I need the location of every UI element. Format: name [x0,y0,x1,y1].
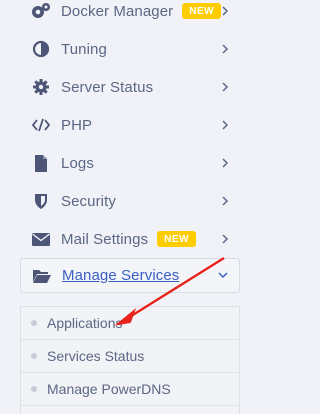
submenu-item-label: Services Status [47,348,145,364]
envelope-icon [30,228,52,250]
sidebar-item-security[interactable]: Security [20,184,240,218]
chevron-right-icon [222,6,229,16]
new-badge: NEW [182,3,222,19]
chevron-right-icon [222,234,229,244]
bullet-icon [31,320,37,326]
sidebar-item-manage-services[interactable]: Manage Services [20,258,240,293]
submenu-item-label: Manage PowerDNS [47,381,171,397]
sidebar-item-label: Server Status [61,78,154,96]
folder-open-icon [31,265,53,287]
submenu-item-applications[interactable]: Applications [21,307,239,340]
chevron-right-icon [222,196,229,206]
manage-services-submenu: Applications Services Status Manage Powe… [20,306,240,414]
sidebar-item-tuning[interactable]: Tuning [20,32,240,66]
sidebar-item-docker-manager[interactable]: Docker Manager NEW [20,0,240,28]
chevron-down-icon[interactable] [217,270,229,280]
sidebar-item-php[interactable]: PHP [20,108,240,142]
chevron-right-icon [222,120,229,130]
sidebar-item-mail-settings[interactable]: Mail Settings NEW [20,222,240,256]
sidebar-item-label: Mail Settings [61,230,149,248]
code-icon [30,114,52,136]
new-badge: NEW [157,231,197,247]
bullet-icon [31,353,37,359]
sidebar-item-label: Manage Services [62,267,180,284]
sidebar-item-label: Logs [61,154,94,172]
sidebar-item-label: PHP [61,116,93,134]
sidebar-item-label: Docker Manager [61,2,174,20]
submenu-item-label: Applications [47,315,123,331]
gear-icon [30,76,52,98]
chevron-right-icon [222,158,229,168]
submenu-item-manage-powerdns[interactable]: Manage PowerDNS [21,373,239,406]
docker-gear-icon [30,0,52,22]
chevron-right-icon [222,44,229,54]
half-circle-icon [30,38,52,60]
sidebar-item-logs[interactable]: Logs [20,146,240,180]
sidebar-item-label: Tuning [61,40,107,58]
bullet-icon [31,386,37,392]
sidebar-item-label: Security [61,192,116,210]
submenu-item-services-status[interactable]: Services Status [21,340,239,373]
file-icon [30,152,52,174]
sidebar-item-server-status[interactable]: Server Status [20,70,240,104]
chevron-right-icon [222,82,229,92]
shield-icon [30,190,52,212]
